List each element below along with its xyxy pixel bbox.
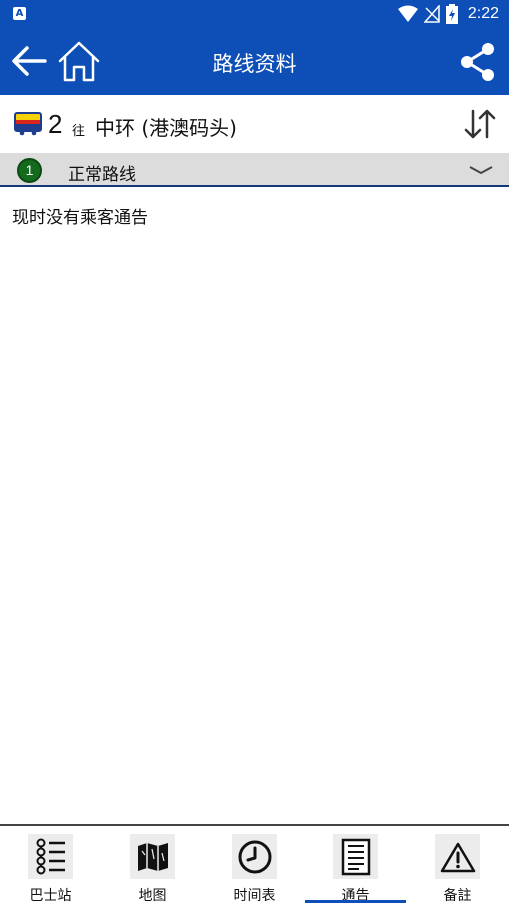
variant-number-badge: 1 bbox=[17, 158, 42, 183]
clock-time: 2:22 bbox=[467, 5, 499, 22]
nav-label-timetable: 时间表 bbox=[233, 888, 276, 904]
chevron-down-icon bbox=[469, 166, 493, 175]
status-bar: A 2:22 bbox=[0, 0, 509, 28]
route-destination: 中环 (港澳码头) bbox=[95, 116, 237, 140]
nav-label-remarks: 备註 bbox=[443, 888, 472, 904]
nav-item-notices[interactable]: 通告 bbox=[305, 826, 406, 904]
notice-icon bbox=[333, 834, 378, 879]
clock-icon bbox=[232, 834, 277, 879]
nav-item-stops[interactable]: 巴士站 bbox=[0, 826, 101, 904]
app-bar: 路线资料 bbox=[0, 28, 509, 95]
warning-icon bbox=[435, 834, 480, 879]
status-icons: 2:22 bbox=[397, 4, 499, 24]
nav-label-map: 地图 bbox=[138, 888, 167, 904]
variant-label: 正常路线 bbox=[68, 165, 136, 185]
swap-direction-icon bbox=[464, 109, 496, 139]
share-button[interactable] bbox=[456, 40, 500, 84]
no-signal-icon bbox=[423, 5, 440, 23]
route-header: 2 往 中环 (港澳码头) bbox=[0, 95, 509, 153]
route-number: 2 bbox=[48, 109, 63, 139]
nav-label-stops: 巴士站 bbox=[29, 888, 72, 904]
bottom-navigation: 巴士站 地图 时间表 通告 备註 bbox=[0, 824, 509, 904]
map-icon bbox=[130, 834, 175, 879]
route-variant-selector[interactable]: 1 正常路线 bbox=[0, 153, 509, 187]
stops-list-icon bbox=[28, 834, 73, 879]
share-icon bbox=[461, 43, 494, 81]
page-title: 路线资料 bbox=[212, 52, 297, 76]
battery-charging-icon bbox=[445, 4, 458, 24]
wifi-icon bbox=[397, 5, 418, 22]
notice-message: 现时没有乘客通告 bbox=[12, 208, 148, 228]
nav-item-map[interactable]: 地图 bbox=[102, 826, 203, 904]
nav-item-remarks[interactable]: 备註 bbox=[407, 826, 508, 904]
bus-icon bbox=[14, 112, 42, 136]
route-to-label: 往 bbox=[72, 124, 86, 139]
active-tab-indicator bbox=[305, 900, 406, 903]
notification-a-icon: A bbox=[13, 7, 26, 20]
nav-item-timetable[interactable]: 时间表 bbox=[204, 826, 305, 904]
swap-direction-button[interactable] bbox=[462, 107, 498, 141]
